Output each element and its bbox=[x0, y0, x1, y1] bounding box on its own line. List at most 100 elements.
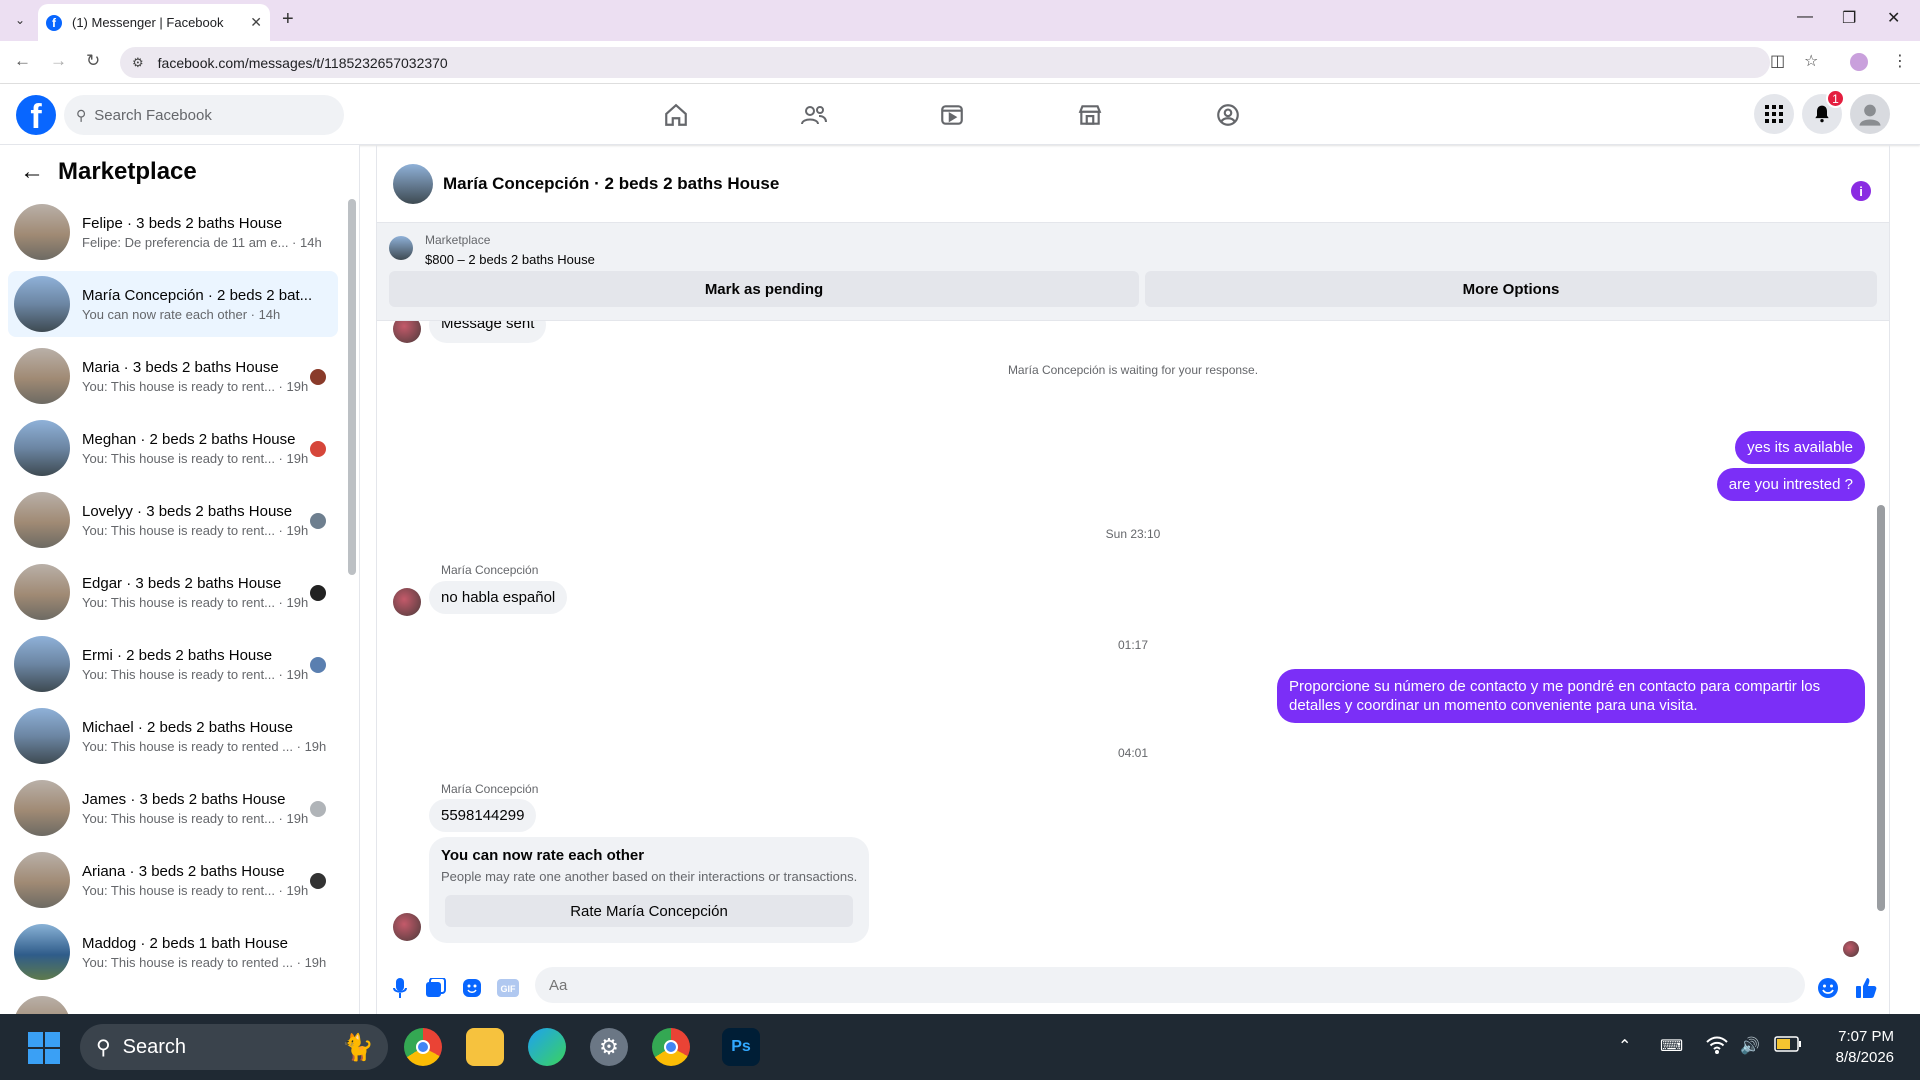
wifi-icon[interactable] bbox=[1706, 1036, 1728, 1059]
conversation-name: Michael · 2 beds 2 baths House bbox=[82, 718, 293, 736]
conversation-avatar bbox=[14, 852, 70, 908]
menu-grid-icon[interactable] bbox=[1754, 94, 1794, 134]
conversation-name: Edgar · 3 beds 2 baths House bbox=[82, 574, 282, 592]
conversation-item[interactable]: María Concepción · 2 beds 2 bat... You ca… bbox=[8, 271, 338, 337]
chat-avatar[interactable] bbox=[393, 163, 433, 204]
listing-price[interactable]: $800 – 2 beds 2 baths House bbox=[425, 252, 595, 267]
browser-tab[interactable]: f (1) Messenger | Facebook ✕ bbox=[38, 4, 270, 41]
home-icon[interactable] bbox=[658, 98, 694, 132]
conversation-avatar bbox=[14, 924, 70, 980]
conversation-snippet: You: This house is ready to rent... · 19… bbox=[82, 666, 309, 682]
conversation-item[interactable]: Lovelyy · 3 beds 2 baths House You: This … bbox=[8, 487, 338, 553]
outgoing-message[interactable]: Proporcione su número de contacto y me p… bbox=[1277, 669, 1865, 723]
back-arrow-icon[interactable]: ← bbox=[14, 51, 31, 71]
chrome-icon[interactable] bbox=[404, 1028, 442, 1066]
facebook-search-input[interactable]: ⚲ Search Facebook bbox=[64, 95, 344, 135]
more-options-button[interactable]: More Options bbox=[1145, 271, 1877, 307]
incoming-message[interactable]: 5598144299 bbox=[429, 799, 537, 832]
taskbar-search[interactable]: ⚲ Search 🐈 bbox=[80, 1024, 388, 1070]
volume-icon[interactable]: 🔊 bbox=[1740, 1036, 1760, 1056]
microphone-icon[interactable] bbox=[389, 977, 411, 999]
battery-icon[interactable] bbox=[1774, 1036, 1802, 1057]
info-icon[interactable]: i bbox=[1851, 181, 1871, 201]
chat-title[interactable]: María Concepción · 2 beds 2 baths House bbox=[443, 174, 779, 194]
tab-search-chevron-icon[interactable]: ⌄ bbox=[8, 10, 32, 30]
sidebar-scrollbar[interactable] bbox=[348, 199, 356, 575]
listing-thumbnail[interactable] bbox=[389, 236, 413, 260]
profile-avatar-icon[interactable] bbox=[1850, 53, 1868, 71]
photo-icon[interactable] bbox=[425, 977, 447, 999]
conversation-text: Ariana · 3 beds 2 baths House You: This h… bbox=[82, 863, 338, 898]
conversation-name: Lovelyy · 3 beds 2 baths House bbox=[82, 502, 293, 520]
keyboard-icon[interactable]: ⌨ bbox=[1660, 1036, 1683, 1056]
clock-date: 8/8/2026 bbox=[1835, 1049, 1894, 1066]
marketplace-store-icon[interactable] bbox=[1072, 98, 1108, 132]
mark-as-pending-button[interactable]: Mark as pending bbox=[389, 271, 1139, 307]
file-explorer-icon[interactable] bbox=[466, 1028, 504, 1066]
browser-menu-icon[interactable]: ⋮ bbox=[1892, 51, 1908, 71]
conversation-avatar bbox=[14, 276, 70, 332]
conversation-snippet: You: This house is ready to rented ... ·… bbox=[82, 954, 327, 970]
address-bar[interactable]: ⚙ facebook.com/messages/t/11852326570323… bbox=[120, 47, 1770, 78]
settings-gear-icon[interactable]: ⚙ bbox=[590, 1028, 628, 1066]
conversation-text: James · 3 beds 2 baths House You: This ho… bbox=[82, 791, 338, 826]
tray-chevron-icon[interactable]: ⌃ bbox=[1618, 1036, 1631, 1056]
restore-icon[interactable]: ❐ bbox=[1842, 8, 1856, 28]
clock-time: 7:07 PM bbox=[1838, 1028, 1894, 1045]
conversation-item[interactable]: Maddog · 2 beds 1 bath House You: This ho… bbox=[8, 919, 338, 985]
message-input[interactable] bbox=[535, 967, 1805, 1003]
close-tab-icon[interactable]: ✕ bbox=[250, 14, 262, 31]
read-receipt-avatar bbox=[310, 657, 326, 673]
groups-gaming-icon[interactable] bbox=[1210, 98, 1246, 132]
search-icon: ⚲ bbox=[96, 1036, 111, 1059]
rate-user-button[interactable]: Rate María Concepción bbox=[445, 895, 853, 927]
cat-decoration-icon: 🐈 bbox=[341, 1031, 374, 1062]
install-app-icon[interactable]: ◫ bbox=[1770, 51, 1785, 71]
conversation-item[interactable]: Ermi · 2 beds 2 baths House You: This hou… bbox=[8, 631, 338, 697]
site-settings-icon[interactable]: ⚙ bbox=[132, 55, 144, 71]
close-window-icon[interactable]: ✕ bbox=[1887, 8, 1900, 28]
windows-start-icon[interactable] bbox=[28, 1032, 60, 1064]
forward-arrow-icon[interactable]: → bbox=[50, 51, 67, 71]
outgoing-message[interactable]: are you intrested ? bbox=[1716, 468, 1865, 501]
conversation-item[interactable]: Maria · 3 beds 2 baths House You: This ho… bbox=[8, 343, 338, 409]
new-tab-plus-icon[interactable]: + bbox=[282, 8, 294, 31]
sidebar-title: Marketplace bbox=[58, 158, 197, 185]
sticker-icon[interactable] bbox=[461, 977, 483, 999]
watch-video-icon[interactable] bbox=[934, 98, 970, 132]
conversation-text: Maddog · 2 beds 1 bath House You: This ho… bbox=[82, 935, 338, 970]
conversation-avatar bbox=[14, 780, 70, 836]
sender-avatar bbox=[393, 913, 421, 941]
conversation-item[interactable]: Maria · 3 beds 2 baths House bbox=[8, 991, 338, 1015]
system-clock[interactable]: 7:07 PM 8/8/2026 bbox=[1836, 1026, 1894, 1068]
conversation-item[interactable]: Michael · 2 beds 2 baths House You: This … bbox=[8, 703, 338, 769]
back-arrow-icon[interactable]: ← bbox=[20, 158, 44, 186]
gif-icon[interactable]: GIF bbox=[497, 977, 519, 999]
friends-icon[interactable] bbox=[796, 98, 832, 132]
conversation-item[interactable]: Felipe · 3 beds 2 baths House Felipe: De … bbox=[8, 199, 338, 265]
conversation-item[interactable]: Edgar · 3 beds 2 baths House You: This ho… bbox=[8, 559, 338, 625]
conversation-name: María Concepción · 2 beds 2 bat... bbox=[82, 286, 313, 304]
minimize-icon[interactable]: — bbox=[1797, 8, 1813, 26]
emoji-icon[interactable] bbox=[1817, 977, 1839, 999]
conversation-name: Maria · 3 beds 2 baths House bbox=[82, 358, 279, 376]
facebook-logo-icon[interactable]: f bbox=[16, 95, 56, 135]
conversation-item[interactable]: James · 3 beds 2 baths House You: This ho… bbox=[8, 775, 338, 841]
conversation-item[interactable]: Ariana · 3 beds 2 baths House You: This h… bbox=[8, 847, 338, 913]
outgoing-message[interactable]: yes its available bbox=[1735, 431, 1865, 464]
chrome-profile-icon[interactable] bbox=[652, 1028, 690, 1066]
bookmark-star-icon[interactable]: ☆ bbox=[1804, 51, 1818, 71]
incoming-message[interactable]: no habla español bbox=[429, 581, 568, 614]
rate-each-other-card: You can now rate each other People may r… bbox=[429, 837, 869, 943]
photoshop-icon[interactable]: Ps bbox=[722, 1028, 760, 1066]
timestamp: Sun 23:10 bbox=[1105, 527, 1161, 541]
conversation-item[interactable]: Meghan · 2 beds 2 baths House You: This h… bbox=[8, 415, 338, 481]
thumbs-up-like-icon[interactable] bbox=[1855, 977, 1877, 999]
conversation-snippet: You: This house is ready to rent... · 19… bbox=[82, 594, 309, 610]
reload-icon[interactable]: ↻ bbox=[86, 51, 100, 71]
edge-icon[interactable] bbox=[528, 1028, 566, 1066]
account-avatar-icon[interactable] bbox=[1850, 94, 1890, 134]
conversation-snippet: You: This house is ready to rent... · 19… bbox=[82, 450, 309, 466]
facebook-header: f ⚲ Search Facebook bbox=[0, 84, 1920, 145]
chat-scrollbar[interactable] bbox=[1877, 505, 1885, 911]
